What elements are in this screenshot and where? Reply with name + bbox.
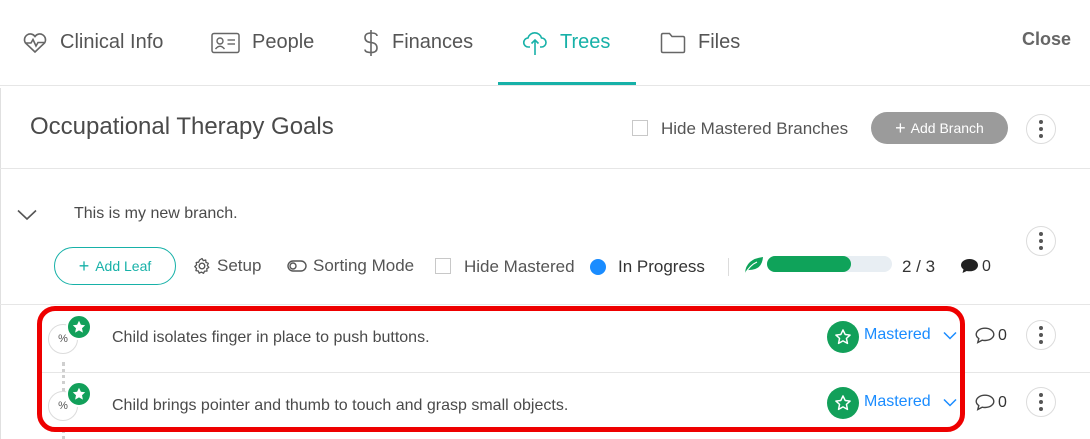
page-title: Occupational Therapy Goals xyxy=(30,113,334,140)
progress-count: 2 / 3 xyxy=(902,257,936,276)
heart-pulse-icon xyxy=(23,32,47,53)
separator xyxy=(728,258,729,276)
add-branch-label: Add Branch xyxy=(910,120,984,136)
add-branch-button[interactable]: + Add Branch xyxy=(871,112,1008,144)
header-more-button[interactable] xyxy=(1026,114,1056,144)
toggle-icon xyxy=(287,260,307,272)
id-card-icon xyxy=(211,32,240,53)
leaf-comment-count: 0 xyxy=(998,327,1007,344)
hide-mastered-branches-checkbox[interactable] xyxy=(632,120,648,136)
chevron-down-icon[interactable] xyxy=(17,209,37,221)
tab-label: Clinical Info xyxy=(60,31,164,53)
leaf-more-button[interactable] xyxy=(1026,387,1056,417)
add-leaf-button[interactable]: + Add Leaf xyxy=(54,247,176,285)
setup-button[interactable]: Setup xyxy=(193,256,261,276)
add-leaf-label: Add Leaf xyxy=(95,258,152,274)
branch-more-button[interactable] xyxy=(1026,226,1056,256)
tab-clinical-info[interactable]: Clinical Info xyxy=(22,0,163,85)
tab-finances[interactable]: Finances xyxy=(362,0,473,85)
setup-label: Setup xyxy=(217,256,262,275)
close-button[interactable]: Close xyxy=(1022,29,1071,50)
dollar-icon xyxy=(364,29,378,56)
tab-label: Files xyxy=(698,31,741,53)
highlight-annotation xyxy=(37,306,965,432)
hide-mastered-label: Hide Mastered xyxy=(464,257,575,276)
plus-icon: + xyxy=(895,118,906,138)
folder-icon xyxy=(660,32,686,53)
status-label: In Progress xyxy=(618,257,705,276)
branch-title: This is my new branch. xyxy=(74,205,238,222)
leaf-comment-count: 0 xyxy=(998,394,1007,411)
sorting-mode-toggle[interactable]: Sorting Mode xyxy=(287,256,414,276)
tab-label: Finances xyxy=(392,31,474,53)
tab-people[interactable]: People xyxy=(211,0,314,85)
tab-label: People xyxy=(252,31,315,53)
active-tab-indicator xyxy=(498,82,636,85)
gear-icon xyxy=(194,257,210,274)
comment-filled-icon xyxy=(961,259,978,273)
plus-icon: + xyxy=(78,256,90,276)
comment-icon[interactable] xyxy=(975,327,995,344)
branch-comment-count: 0 xyxy=(982,258,991,275)
tab-files[interactable]: Files xyxy=(660,0,740,85)
branch-progress-fill xyxy=(767,256,851,272)
hide-mastered-branches-label: Hide Mastered Branches xyxy=(661,119,849,138)
sorting-mode-label: Sorting Mode xyxy=(313,256,415,275)
leaf-more-button[interactable] xyxy=(1026,320,1056,350)
cloud-tree-icon xyxy=(522,31,547,55)
in-progress-status-dot xyxy=(590,259,606,275)
header-divider xyxy=(0,168,1090,169)
hide-mastered-checkbox[interactable] xyxy=(435,258,451,274)
leaf-icon xyxy=(744,257,763,275)
comment-icon[interactable] xyxy=(975,394,995,411)
tab-trees[interactable]: Trees xyxy=(522,0,610,85)
tab-label: Trees xyxy=(560,31,611,53)
